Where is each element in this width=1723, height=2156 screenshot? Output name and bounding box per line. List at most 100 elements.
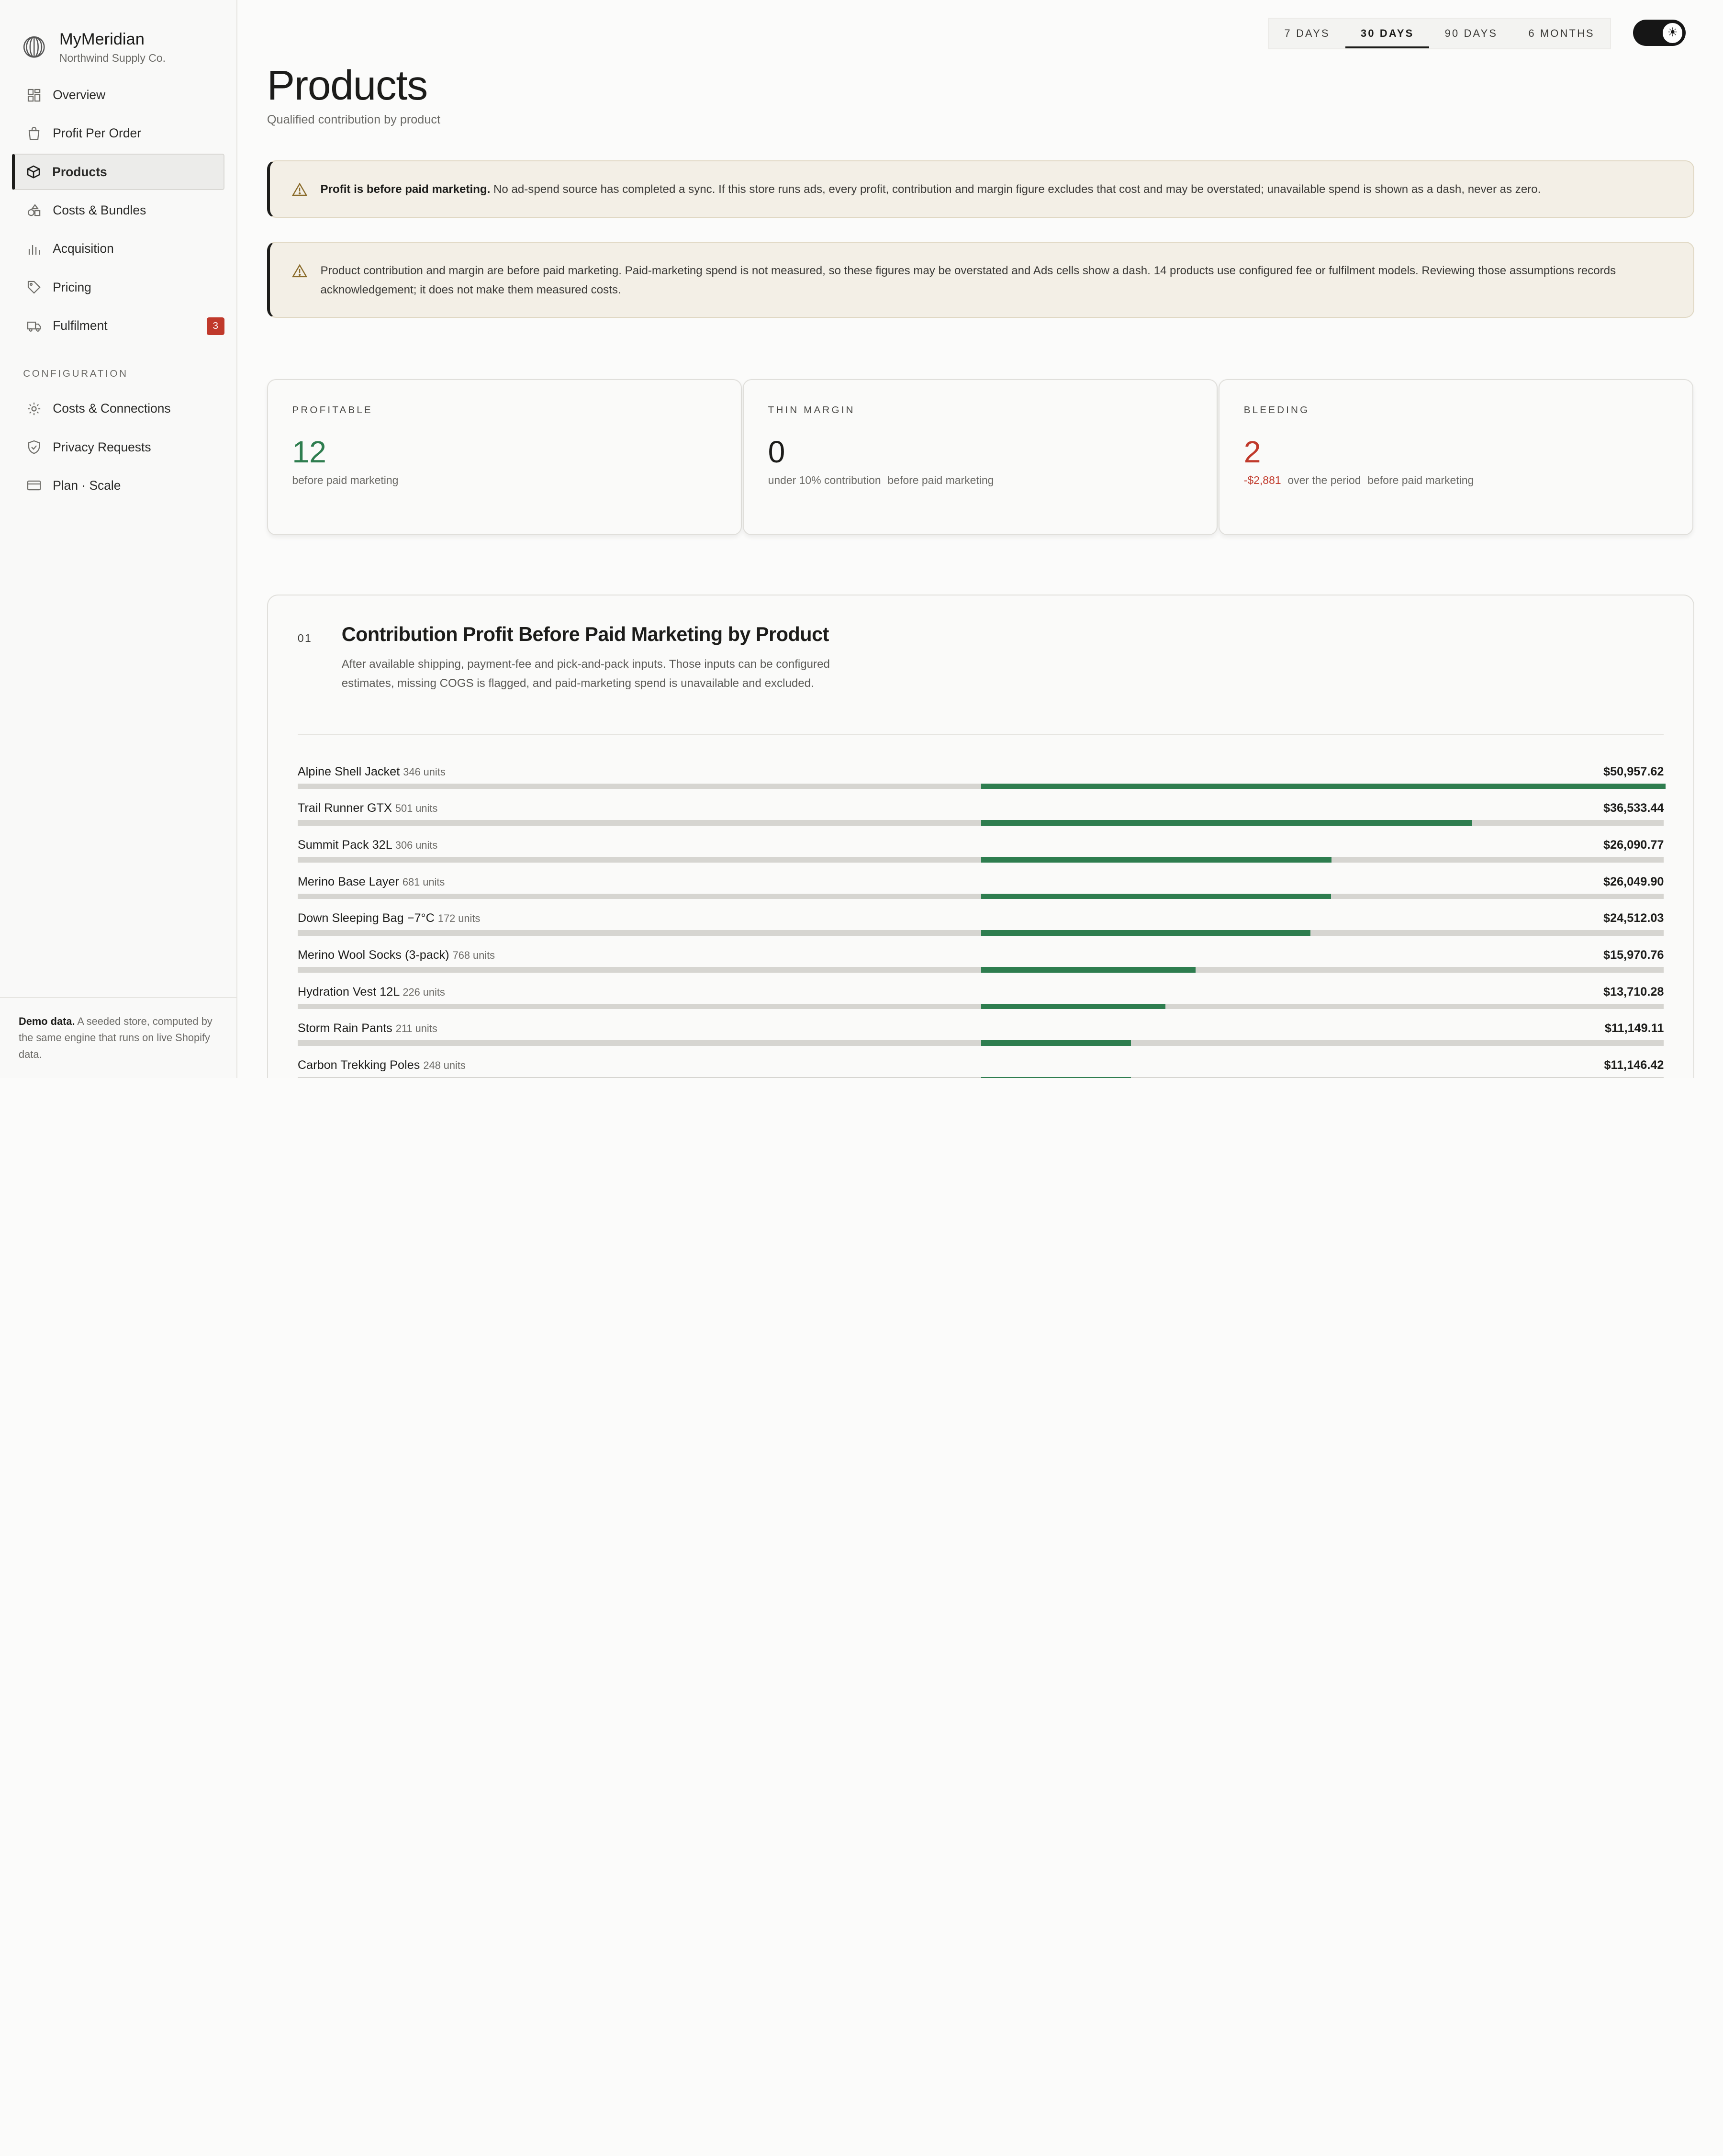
warning-icon: [291, 182, 307, 196]
product-name-label: Down Sleeping Bag −7°C: [297, 911, 438, 925]
alert-text: Product contribution and margin are befo…: [320, 264, 1616, 297]
alert-title: Profit is before paid marketing.: [320, 183, 491, 196]
contribution-bar: [981, 820, 1472, 826]
product-units: 768 units: [452, 949, 495, 962]
product-units: 226 units: [403, 986, 445, 998]
range-tab-30-days[interactable]: 30 DAYS: [1345, 19, 1430, 49]
shapes-icon: [28, 203, 41, 216]
range-tab-7-days[interactable]: 7 DAYS: [1269, 19, 1345, 49]
range-tab-6-months[interactable]: 6 MONTHS: [1513, 19, 1610, 49]
shield-icon: [28, 440, 40, 454]
product-name-label: Alpine Shell Jacket: [297, 764, 403, 778]
product-name-label: Merino Wool Socks (3-pack): [297, 948, 453, 962]
product-name-label: Storm Rain Pants: [297, 1022, 396, 1035]
product-contribution-amount: $24,512.03: [1603, 911, 1664, 925]
product-units: 681 units: [402, 876, 445, 888]
sidebar-item-profit-per-order[interactable]: Profit Per Order: [12, 115, 224, 152]
product-units: 248 units: [423, 1059, 466, 1072]
stat-card-thin-margin[interactable]: THIN MARGIN 0 under 10% contribution befo…: [743, 379, 1218, 536]
stat-value: 2: [1243, 434, 1261, 469]
product-name-label: Hydration Vest 12L: [297, 985, 403, 999]
product-contribution-amount: $11,149.11: [1604, 1022, 1664, 1035]
stat-note-secondary: before paid marketing: [887, 474, 994, 487]
product-name: Trail Runner GTX 501 units: [298, 801, 437, 815]
contribution-bar: [981, 783, 1666, 789]
theme-toggle[interactable]: ☀: [1633, 20, 1686, 46]
product-row[interactable]: Down Sleeping Bag −7°C 172 units $24,512.…: [297, 907, 1664, 944]
sidebar-item-pricing[interactable]: Pricing: [12, 269, 224, 305]
contribution-bar: [981, 930, 1311, 936]
paid-marketing-alert: Profit is before paid marketing. No ad-s…: [267, 160, 1695, 218]
main-nav: Overview Profit Per Order Products Costs…: [0, 77, 236, 344]
contribution-assumptions-alert: Product contribution and margin are befo…: [267, 242, 1695, 318]
range-tab-90-days[interactable]: 90 DAYS: [1429, 19, 1513, 49]
product-row[interactable]: Carbon Trekking Poles 248 units $11,146.4…: [297, 1054, 1664, 1078]
stat-note-primary: over the period: [1287, 474, 1361, 487]
contribution-bar: [981, 1077, 1131, 1078]
sidebar-item-label: Fulfilment: [53, 318, 108, 333]
product-contribution-amount: $50,957.62: [1603, 764, 1664, 778]
sidebar-item-label: Costs & Connections: [53, 401, 171, 416]
stat-note: under 10% contribution before paid market…: [768, 474, 1193, 487]
main-content: 7 DAYS 30 DAYS 90 DAYS 6 MONTHS ☀ Produc…: [237, 0, 1723, 1078]
product-units: 172 units: [437, 912, 481, 925]
card-icon: [27, 481, 41, 491]
product-row[interactable]: Merino Base Layer 681 units $26,049.90: [297, 871, 1664, 908]
contribution-bar: [981, 967, 1196, 973]
product-name: Alpine Shell Jacket 346 units: [298, 765, 446, 779]
product-units: 346 units: [403, 765, 446, 778]
sidebar-item-overview[interactable]: Overview: [12, 77, 224, 113]
page-subtitle: Qualified contribution by product: [267, 113, 441, 127]
product-name: Merino Wool Socks (3-pack) 768 units: [298, 948, 495, 962]
demo-data-note: Demo data. A seeded store, computed by t…: [0, 997, 236, 1078]
product-row[interactable]: Trail Runner GTX 501 units $36,533.44: [297, 797, 1664, 834]
sidebar-item-label: Acquisition: [53, 241, 114, 256]
grid-icon: [28, 89, 41, 101]
stat-card-profitable[interactable]: PROFITABLE 12 before paid marketing: [267, 379, 742, 536]
product-units: 211 units: [395, 1022, 437, 1035]
stat-note: -$2,881 over the period before paid market…: [1244, 474, 1668, 487]
product-name: Down Sleeping Bag −7°C 172 units: [298, 911, 480, 925]
stat-label: BLEEDING: [1243, 404, 1310, 415]
product-row[interactable]: Alpine Shell Jacket 346 units $50,957.62: [297, 761, 1666, 797]
sidebar-item-privacy-requests[interactable]: Privacy Requests: [12, 429, 224, 465]
product-name-label: Trail Runner GTX: [297, 801, 395, 815]
product-contribution-amount: $26,049.90: [1603, 875, 1664, 888]
stat-value: 0: [768, 434, 785, 469]
sidebar-item-acquisition[interactable]: Acquisition: [12, 231, 224, 267]
sidebar-item-label: Products: [52, 164, 107, 179]
panel-title: Contribution Profit Before Paid Marketin…: [341, 623, 829, 645]
sidebar-item-costs-bundles[interactable]: Costs & Bundles: [12, 192, 224, 229]
stat-card-bleeding[interactable]: BLEEDING 2 -$2,881 over the period before …: [1219, 379, 1694, 536]
panel-description: After available shipping, payment-fee an…: [341, 658, 830, 690]
sidebar-item-label: Plan · Scale: [53, 478, 121, 493]
divider: [297, 734, 1664, 735]
sidebar-item-fulfilment[interactable]: Fulfilment 3: [12, 308, 224, 344]
product-name: Carbon Trekking Poles 248 units: [298, 1058, 466, 1072]
config-nav: Costs & Connections Privacy Requests Pla…: [0, 391, 236, 504]
stat-value: 12: [292, 434, 326, 469]
brand[interactable]: MyMeridian Northwind Supply Co.: [0, 0, 236, 73]
page-title: Products: [267, 62, 428, 109]
sidebar-item-label: Profit Per Order: [53, 126, 141, 141]
product-contribution-amount: $13,710.28: [1603, 985, 1664, 999]
stat-label: PROFITABLE: [292, 404, 373, 415]
product-name-label: Summit Pack 32L: [297, 838, 395, 852]
product-name: Summit Pack 32L 306 units: [298, 838, 437, 852]
bar-chart-icon: [29, 245, 40, 255]
sidebar-item-costs-connections[interactable]: Costs & Connections: [12, 391, 224, 427]
product-name-label: Merino Base Layer: [297, 875, 403, 888]
brand-subtitle: Northwind Supply Co.: [59, 52, 166, 65]
product-name: Merino Base Layer 681 units: [298, 875, 445, 889]
product-row[interactable]: Summit Pack 32L 306 units $26,090.77: [297, 834, 1664, 871]
contribution-bar: [981, 857, 1332, 863]
bag-icon: [28, 126, 40, 140]
product-row[interactable]: Storm Rain Pants 211 units $11,149.11: [297, 1017, 1664, 1054]
sidebar-item-plan[interactable]: Plan · Scale: [12, 468, 224, 504]
stat-cards: PROFITABLE 12 before paid marketing THIN…: [267, 379, 1695, 536]
product-row[interactable]: Hydration Vest 12L 226 units $13,710.28: [297, 981, 1664, 1018]
date-range-tabs: 7 DAYS 30 DAYS 90 DAYS 6 MONTHS: [1268, 17, 1611, 50]
product-row[interactable]: Merino Wool Socks (3-pack) 768 units $15,…: [297, 944, 1664, 981]
sidebar-item-products[interactable]: Products: [12, 154, 224, 191]
sidebar-item-label: Costs & Bundles: [53, 203, 146, 218]
